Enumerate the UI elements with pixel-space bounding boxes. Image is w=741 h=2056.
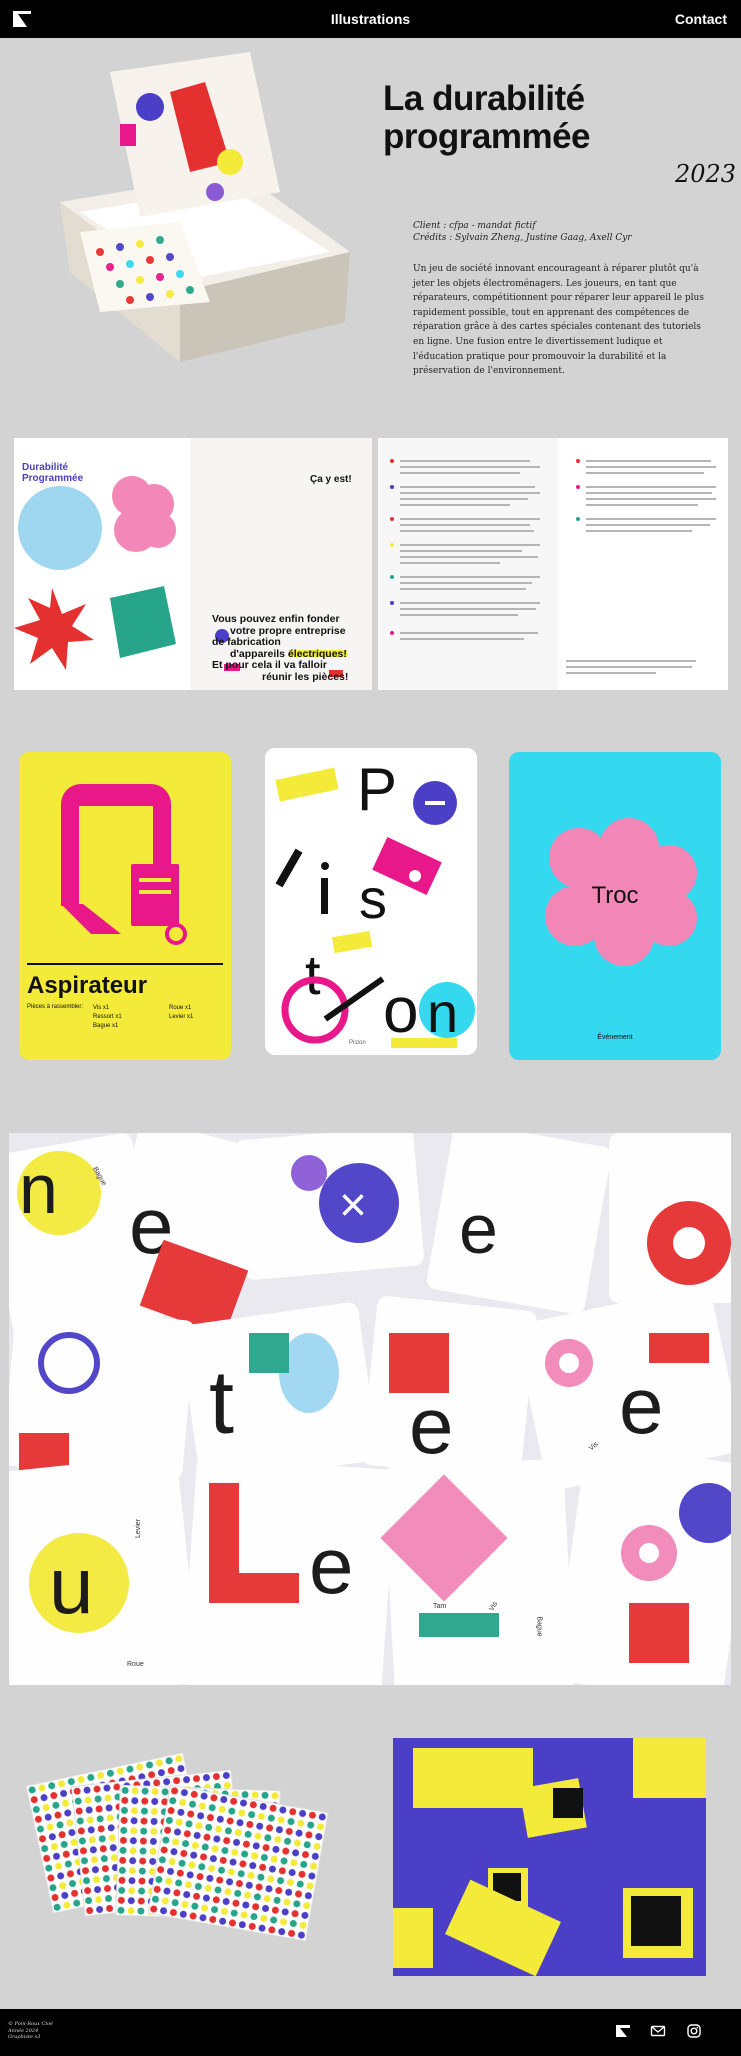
qr-cards-illustration — [393, 1738, 706, 1976]
svg-text:e: e — [409, 1381, 454, 1470]
nav-contact-link[interactable]: Contact — [675, 11, 727, 27]
svg-text:e: e — [619, 1361, 664, 1450]
svg-text:e: e — [309, 1521, 354, 1610]
project-title-line2: programmée — [383, 117, 591, 156]
instagram-icon[interactable] — [686, 2023, 702, 2039]
piston-illustration: P s t o n — [275, 756, 475, 1048]
project-title: La durabilité programmée — [383, 80, 703, 156]
svg-text:e: e — [459, 1190, 498, 1268]
part-item: Bague x1 — [93, 1023, 119, 1029]
card-aspirateur-label: Pièces à rassembler: — [27, 1004, 84, 1010]
credits-line: Crédits : Sylvain Zheng, Justine Gaag, A… — [413, 233, 632, 243]
card-troc: Troc Événement — [509, 752, 721, 1060]
svg-text:n: n — [19, 1150, 58, 1228]
card-backs-photo — [25, 1752, 329, 1942]
svg-text:P: P — [357, 756, 397, 823]
project-description: Un jeu de société innovant encourageant … — [413, 264, 704, 377]
card-piston: P s t o n Piston — [265, 748, 477, 1055]
closeup-word-levier: Levier — [135, 1518, 143, 1539]
part-item: Levier x1 — [169, 1014, 194, 1020]
closeup-word-bague: Bague — [535, 1616, 543, 1637]
mail-icon[interactable] — [650, 2023, 666, 2039]
booklet-line-6: réunir les pièces! — [262, 670, 349, 683]
project-title-line1: La durabilité — [383, 79, 585, 118]
nav-illustrations-link[interactable]: Illustrations — [0, 11, 741, 27]
svg-text:×: × — [339, 1179, 367, 1232]
logo-icon[interactable] — [615, 2023, 631, 2039]
project-meta: Client : cfpa - mandat fictif Crédits : … — [413, 220, 709, 244]
card-divider — [27, 963, 223, 965]
cards-closeup-photo: n e × e t e e u e Levier Tam Vis Bague R… — [9, 1133, 731, 1685]
svg-text:n: n — [427, 981, 458, 1044]
svg-text:t: t — [209, 1353, 234, 1453]
booklet-line-1: Vous pouvez enfin fonder — [212, 613, 340, 625]
card-troc-title: Troc — [591, 882, 639, 909]
closeup-word-roue: Roue — [127, 1661, 144, 1668]
card-aspirateur-parts-col1: Vis x1 Ressort x1 Bague x1 — [93, 1004, 122, 1031]
card-qr-photo — [393, 1738, 706, 1976]
card-aspirateur: Aspirateur Pièces à rassembler: Vis x1 R… — [19, 752, 231, 1060]
project-year: 2023 — [675, 160, 737, 188]
part-item: Roue x1 — [169, 1005, 192, 1011]
top-nav: Illustrations Contact — [0, 0, 741, 38]
footer-credit-line: © Pom-Roux Cloé — [8, 2021, 53, 2027]
card-troc-type: Événement — [597, 1034, 633, 1041]
game-box-photo — [60, 52, 350, 362]
part-item: Ressort x1 — [93, 1014, 122, 1020]
booklet-line-3: de fabrication — [212, 636, 281, 648]
cards-pile-illustration: n e × e t e e u e — [9, 1133, 731, 1685]
booklet-spread: Durabilité Programmée Ça y est! Vous pou… — [14, 438, 728, 698]
client-line: Client : cfpa - mandat fictif — [413, 221, 536, 231]
booklet-cover-title: Durabilité Programmée — [22, 462, 84, 484]
svg-text:t: t — [305, 943, 321, 1006]
vacuum-icon — [61, 784, 187, 945]
closeup-word-tam: Tam — [433, 1603, 447, 1610]
footer-credit-line: Graphiste s3 — [8, 2034, 41, 2040]
svg-text:o: o — [383, 974, 419, 1046]
footer: © Pom-Roux Cloé Année 2024 Graphiste s3 — [0, 2009, 741, 2056]
svg-text:u: u — [49, 1541, 94, 1630]
booklet-line-5: Et pour cela il va falloir — [212, 659, 327, 671]
part-item: Vis x1 — [93, 1005, 110, 1011]
booklet-page-text: Vous pouvez enfin fonder votre propre en… — [212, 613, 372, 683]
svg-text:s: s — [359, 867, 387, 930]
card-aspirateur-title: Aspirateur — [27, 972, 148, 999]
card-piston-label: Piston — [349, 1040, 366, 1046]
card-aspirateur-parts-col2: Roue x1 Levier x1 — [169, 1004, 193, 1022]
booklet-heading: Ça y est! — [310, 474, 352, 485]
footer-credits: © Pom-Roux Cloé Année 2024 Graphiste s3 — [8, 2021, 53, 2041]
